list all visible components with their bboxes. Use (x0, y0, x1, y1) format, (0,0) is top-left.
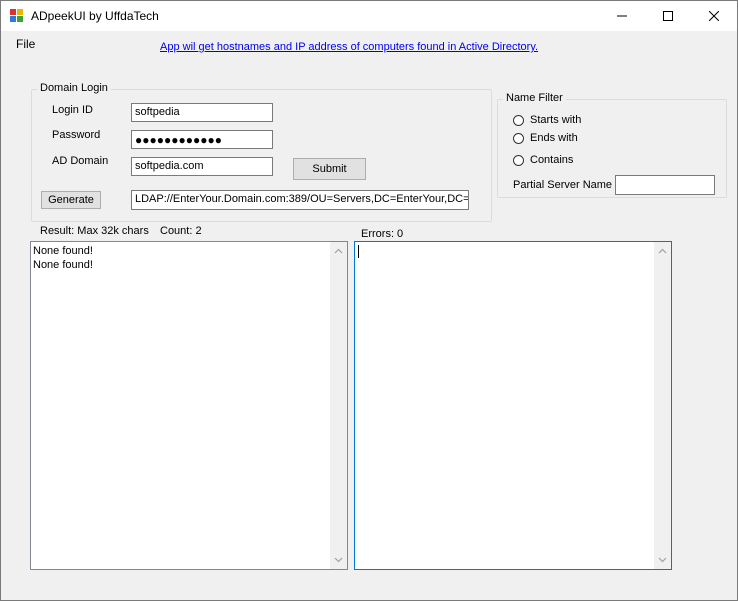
partial-server-name-label: Partial Server Name (513, 179, 613, 191)
partial-server-name-field[interactable] (615, 175, 715, 195)
maximize-icon (663, 11, 673, 21)
result-line: None found! (33, 245, 93, 257)
close-icon (709, 11, 719, 21)
scroll-down-icon[interactable] (334, 555, 343, 564)
radio-label: Starts with (530, 114, 582, 126)
scroll-up-icon[interactable] (334, 247, 343, 256)
close-button[interactable] (691, 1, 737, 31)
errors-textarea[interactable] (354, 241, 672, 570)
login-id-field[interactable]: softpedia (131, 103, 273, 122)
errors-label: Errors: 0 (361, 228, 404, 240)
result-count: Count: 2 (160, 225, 202, 237)
result-line: None found! (33, 259, 93, 271)
app-icon (10, 9, 24, 23)
ad-domain-label: AD Domain (52, 155, 109, 167)
radio-label: Ends with (530, 132, 578, 144)
generate-button[interactable]: Generate (41, 191, 101, 209)
radio-contains[interactable]: Contains (513, 154, 573, 166)
result-label: Result: Max 32k chars (40, 225, 149, 237)
menu-bar: File App wil get hostnames and IP addres… (1, 31, 737, 57)
login-id-label: Login ID (52, 104, 93, 116)
text-caret (358, 245, 359, 258)
app-window: ADpeekUI by UffdaTech File App wil get h… (0, 0, 738, 601)
menu-file[interactable]: File (16, 37, 35, 51)
errors-scrollbar[interactable] (654, 242, 671, 569)
radio-ends-with[interactable]: Ends with (513, 132, 578, 144)
results-content: None found! None found! (33, 244, 93, 272)
name-filter-group-label: Name Filter (503, 92, 566, 104)
domain-login-group-label: Domain Login (37, 82, 111, 94)
minimize-button[interactable] (599, 1, 645, 31)
radio-starts-with[interactable]: Starts with (513, 114, 581, 126)
password-field[interactable]: ●●●●●●●●●●●● (131, 130, 273, 149)
ldap-path-field[interactable]: LDAP://EnterYour.Domain.com:389/OU=Serve… (131, 190, 469, 210)
radio-button[interactable] (513, 154, 524, 166)
info-link[interactable]: App wil get hostnames and IP address of … (160, 41, 538, 53)
results-textarea[interactable]: None found! None found! (30, 241, 348, 570)
ad-domain-field[interactable]: softpedia.com (131, 157, 273, 176)
scroll-down-icon[interactable] (658, 555, 667, 564)
maximize-button[interactable] (645, 1, 691, 31)
window-title: ADpeekUI by UffdaTech (31, 9, 159, 23)
password-label: Password (52, 129, 101, 141)
radio-label: Contains (530, 154, 574, 166)
radio-button[interactable] (513, 114, 524, 126)
scroll-up-icon[interactable] (658, 247, 667, 256)
title-bar[interactable]: ADpeekUI by UffdaTech (1, 1, 737, 31)
radio-button[interactable] (513, 132, 524, 144)
results-scrollbar[interactable] (330, 242, 347, 569)
submit-button[interactable]: Submit (293, 158, 366, 180)
minimize-icon (617, 15, 627, 17)
